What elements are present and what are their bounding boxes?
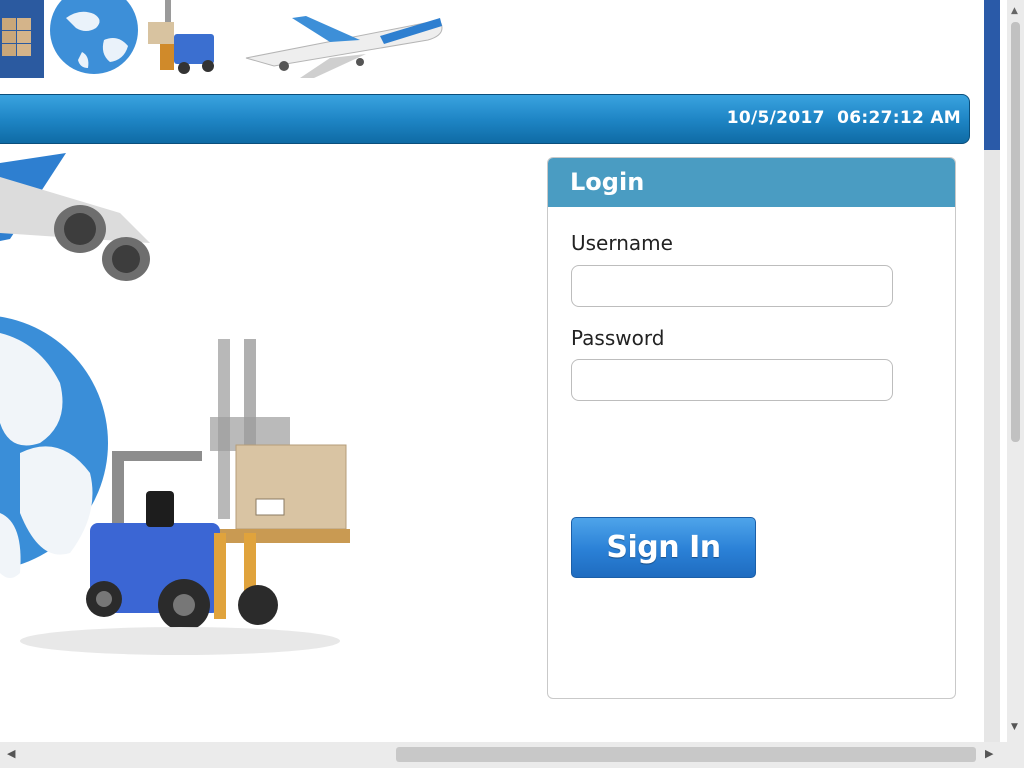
hero-illustration bbox=[0, 153, 360, 663]
logistics-illustration bbox=[0, 153, 350, 655]
scroll-right-icon[interactable]: ▶ bbox=[985, 747, 993, 760]
datetime-bar: 10/5/2017 06:27:12 AM bbox=[0, 94, 970, 144]
scroll-left-icon[interactable]: ◀ bbox=[7, 747, 15, 760]
login-panel: Login Username Password Sign In bbox=[547, 157, 956, 699]
sign-in-button[interactable]: Sign In bbox=[571, 517, 756, 578]
vertical-scroll-thumb[interactable] bbox=[1011, 22, 1020, 442]
side-strip-grey bbox=[984, 150, 1000, 742]
scrollbar-corner bbox=[1007, 742, 1024, 768]
banner-illustration bbox=[0, 0, 443, 78]
password-input[interactable] bbox=[571, 359, 893, 401]
header-banner bbox=[0, 0, 470, 84]
username-label: Username bbox=[571, 231, 673, 255]
login-title: Login bbox=[548, 158, 955, 207]
side-strip bbox=[984, 0, 1000, 150]
scroll-down-icon[interactable]: ▼ bbox=[1011, 722, 1018, 732]
vertical-scrollbar[interactable]: ▲ ▼ bbox=[1007, 0, 1024, 742]
username-input[interactable] bbox=[571, 265, 893, 307]
password-label: Password bbox=[571, 326, 665, 350]
horizontal-scrollbar[interactable]: ◀ ▶ bbox=[0, 742, 1007, 768]
horizontal-scroll-thumb[interactable] bbox=[396, 747, 976, 762]
current-datetime: 10/5/2017 06:27:12 AM bbox=[726, 108, 961, 128]
scroll-up-icon[interactable]: ▲ bbox=[1011, 6, 1018, 16]
